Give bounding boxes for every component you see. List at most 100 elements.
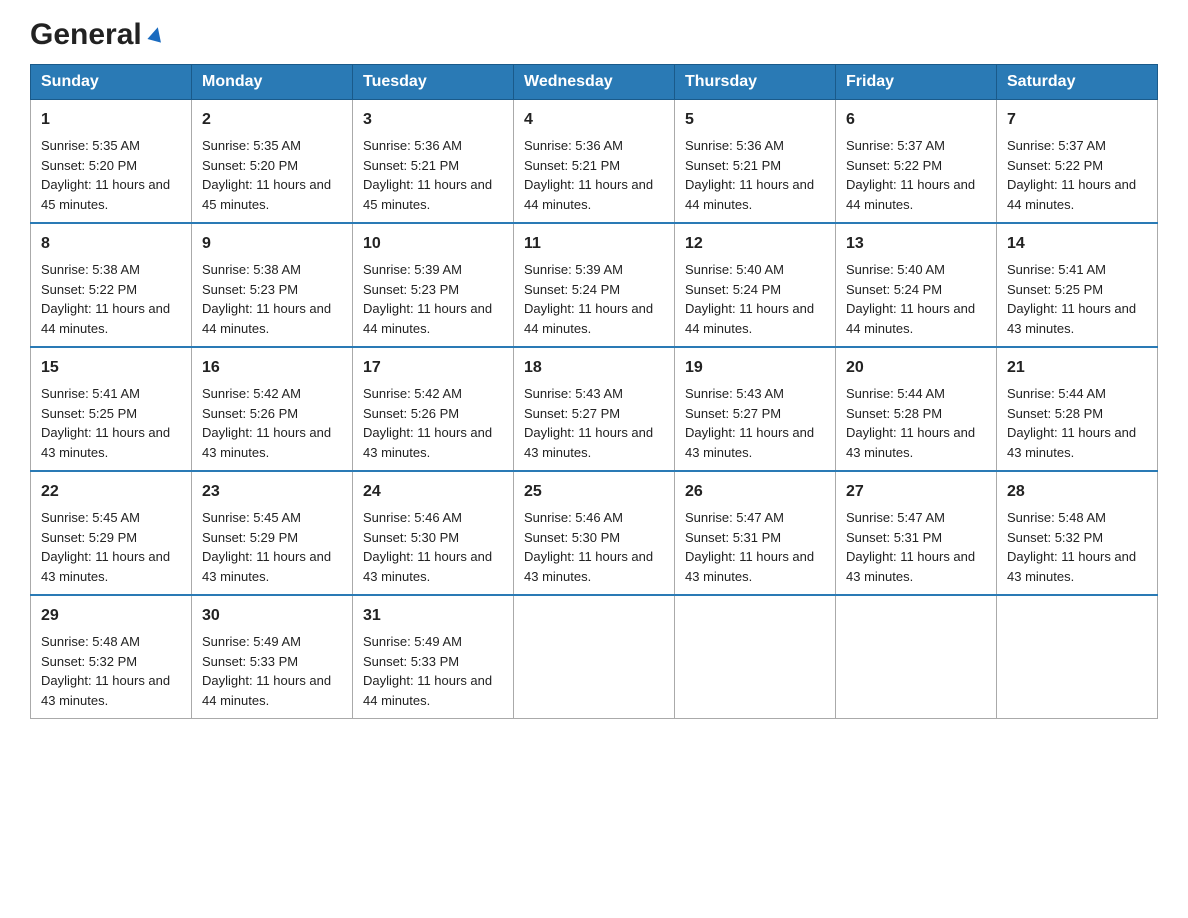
sunrise-label: Sunrise: 5:41 AM — [1007, 262, 1106, 277]
sunrise-label: Sunrise: 5:42 AM — [363, 386, 462, 401]
day-number: 17 — [363, 356, 503, 380]
day-cell-25: 25Sunrise: 5:46 AMSunset: 5:30 PMDayligh… — [514, 471, 675, 595]
sunrise-label: Sunrise: 5:35 AM — [41, 138, 140, 153]
day-cell-27: 27 Sunrise: 5:47 AM Sunset: 5:31 PM Dayligh… — [836, 471, 997, 595]
day-number: 7 — [1007, 108, 1147, 132]
day-cell-24: 24Sunrise: 5:46 AMSunset: 5:30 PMDayligh… — [353, 471, 514, 595]
daylight-label: Daylight: 11 hours and 44 minutes. — [202, 673, 331, 708]
daylight-label: Daylight: 11 hours and 43 minutes. — [685, 549, 814, 584]
sunrise-label: Sunrise: 5:39 AM — [363, 262, 462, 277]
sunrise-label: Sunrise: 5:40 AM — [846, 262, 945, 277]
day-number: 13 — [846, 232, 986, 256]
day-cell-17: 17 Sunrise: 5:42 AM Sunset: 5:26 PM Dayligh… — [353, 347, 514, 471]
weekday-header-wednesday: Wednesday — [514, 65, 675, 100]
sunset-label: Sunset: 5:23 PM — [363, 282, 459, 297]
day-cell-10: 10 Sunrise: 5:39 AM Sunset: 5:23 PM Dayligh… — [353, 223, 514, 347]
day-number: 16 — [202, 356, 342, 380]
daylight-label: Daylight: 11 hours and 43 minutes. — [202, 425, 331, 460]
sunrise-label: Sunrise: 5:40 AM — [685, 262, 784, 277]
sunset-label: Sunset: 5:21 PM — [685, 158, 781, 173]
day-number: 3 — [363, 108, 503, 132]
day-cell-14: 14Sunrise: 5:41 AMSunset: 5:25 PMDayligh… — [997, 223, 1158, 347]
sunrise-label: Sunrise: 5:38 AM — [202, 262, 301, 277]
daylight-label: Daylight: 11 hours and 43 minutes. — [363, 425, 492, 460]
daylight-label: Daylight: 11 hours and 45 minutes. — [41, 177, 170, 212]
daylight-label: Daylight: 11 hours and 43 minutes. — [846, 549, 975, 584]
day-number: 21 — [1007, 356, 1147, 380]
daylight-label: Daylight: 11 hours and 45 minutes. — [363, 177, 492, 212]
sunrise-label: Sunrise: 5:47 AM — [846, 510, 945, 525]
page-header: General — [30, 20, 1158, 44]
day-number: 15 — [41, 356, 181, 380]
day-number: 10 — [363, 232, 503, 256]
sunset-label: Sunset: 5:22 PM — [1007, 158, 1103, 173]
week-row-3: 15Sunrise: 5:41 AMSunset: 5:25 PMDayligh… — [31, 347, 1158, 471]
sunset-label: Sunset: 5:31 PM — [685, 530, 781, 545]
day-cell-6: 6Sunrise: 5:37 AMSunset: 5:22 PMDaylight… — [836, 100, 997, 224]
day-number: 4 — [524, 108, 664, 132]
sunset-label: Sunset: 5:33 PM — [202, 654, 298, 669]
day-cell-26: 26Sunrise: 5:47 AMSunset: 5:31 PMDayligh… — [675, 471, 836, 595]
day-cell-8: 8Sunrise: 5:38 AMSunset: 5:22 PMDaylight… — [31, 223, 192, 347]
sunrise-label: Sunrise: 5:36 AM — [524, 138, 623, 153]
sunset-label: Sunset: 5:24 PM — [846, 282, 942, 297]
day-number: 28 — [1007, 480, 1147, 504]
day-number: 1 — [41, 108, 181, 132]
weekday-header-monday: Monday — [192, 65, 353, 100]
day-cell-22: 22Sunrise: 5:45 AMSunset: 5:29 PMDayligh… — [31, 471, 192, 595]
sunrise-label: Sunrise: 5:47 AM — [685, 510, 784, 525]
day-cell-31: 31Sunrise: 5:49 AMSunset: 5:33 PMDayligh… — [353, 595, 514, 719]
empty-cell — [836, 595, 997, 719]
sunset-label: Sunset: 5:24 PM — [685, 282, 781, 297]
sunrise-label: Sunrise: 5:49 AM — [202, 634, 301, 649]
sunrise-label: Sunrise: 5:46 AM — [363, 510, 462, 525]
sunset-label: Sunset: 5:26 PM — [363, 406, 459, 421]
sunset-label: Sunset: 5:31 PM — [846, 530, 942, 545]
sunset-label: Sunset: 5:32 PM — [1007, 530, 1103, 545]
sunset-label: Sunset: 5:27 PM — [524, 406, 620, 421]
sunrise-label: Sunrise: 5:44 AM — [846, 386, 945, 401]
daylight-label: Daylight: 11 hours and 43 minutes. — [1007, 549, 1136, 584]
daylight-label: Daylight: 11 hours and 43 minutes. — [524, 425, 653, 460]
sunset-label: Sunset: 5:30 PM — [363, 530, 459, 545]
day-number: 12 — [685, 232, 825, 256]
daylight-label: Daylight: 11 hours and 43 minutes. — [41, 549, 170, 584]
day-number: 27 — [846, 480, 986, 504]
day-number: 30 — [202, 604, 342, 628]
calendar-table: SundayMondayTuesdayWednesdayThursdayFrid… — [30, 64, 1158, 719]
sunrise-label: Sunrise: 5:38 AM — [41, 262, 140, 277]
sunset-label: Sunset: 5:32 PM — [41, 654, 137, 669]
day-cell-19: 19Sunrise: 5:43 AMSunset: 5:27 PMDayligh… — [675, 347, 836, 471]
sunrise-label: Sunrise: 5:43 AM — [685, 386, 784, 401]
daylight-label: Daylight: 11 hours and 44 minutes. — [363, 301, 492, 336]
sunrise-label: Sunrise: 5:44 AM — [1007, 386, 1106, 401]
sunrise-label: Sunrise: 5:41 AM — [41, 386, 140, 401]
day-number: 31 — [363, 604, 503, 628]
sunrise-label: Sunrise: 5:45 AM — [41, 510, 140, 525]
weekday-header-row: SundayMondayTuesdayWednesdayThursdayFrid… — [31, 65, 1158, 100]
day-cell-11: 11Sunrise: 5:39 AMSunset: 5:24 PMDayligh… — [514, 223, 675, 347]
weekday-header-tuesday: Tuesday — [353, 65, 514, 100]
day-number: 23 — [202, 480, 342, 504]
sunset-label: Sunset: 5:28 PM — [1007, 406, 1103, 421]
day-cell-9: 9Sunrise: 5:38 AMSunset: 5:23 PMDaylight… — [192, 223, 353, 347]
day-number: 24 — [363, 480, 503, 504]
day-number: 20 — [846, 356, 986, 380]
daylight-label: Daylight: 11 hours and 44 minutes. — [846, 177, 975, 212]
daylight-label: Daylight: 11 hours and 43 minutes. — [202, 549, 331, 584]
day-cell-13: 13Sunrise: 5:40 AMSunset: 5:24 PMDayligh… — [836, 223, 997, 347]
week-row-2: 8Sunrise: 5:38 AMSunset: 5:22 PMDaylight… — [31, 223, 1158, 347]
daylight-label: Daylight: 11 hours and 43 minutes. — [524, 549, 653, 584]
sunset-label: Sunset: 5:23 PM — [202, 282, 298, 297]
sunrise-label: Sunrise: 5:49 AM — [363, 634, 462, 649]
day-cell-20: 20Sunrise: 5:44 AMSunset: 5:28 PMDayligh… — [836, 347, 997, 471]
sunset-label: Sunset: 5:29 PM — [41, 530, 137, 545]
day-number: 18 — [524, 356, 664, 380]
sunset-label: Sunset: 5:21 PM — [524, 158, 620, 173]
day-cell-1: 1Sunrise: 5:35 AMSunset: 5:20 PMDaylight… — [31, 100, 192, 224]
weekday-header-thursday: Thursday — [675, 65, 836, 100]
sunrise-label: Sunrise: 5:35 AM — [202, 138, 301, 153]
day-number: 14 — [1007, 232, 1147, 256]
empty-cell — [997, 595, 1158, 719]
sunrise-label: Sunrise: 5:42 AM — [202, 386, 301, 401]
